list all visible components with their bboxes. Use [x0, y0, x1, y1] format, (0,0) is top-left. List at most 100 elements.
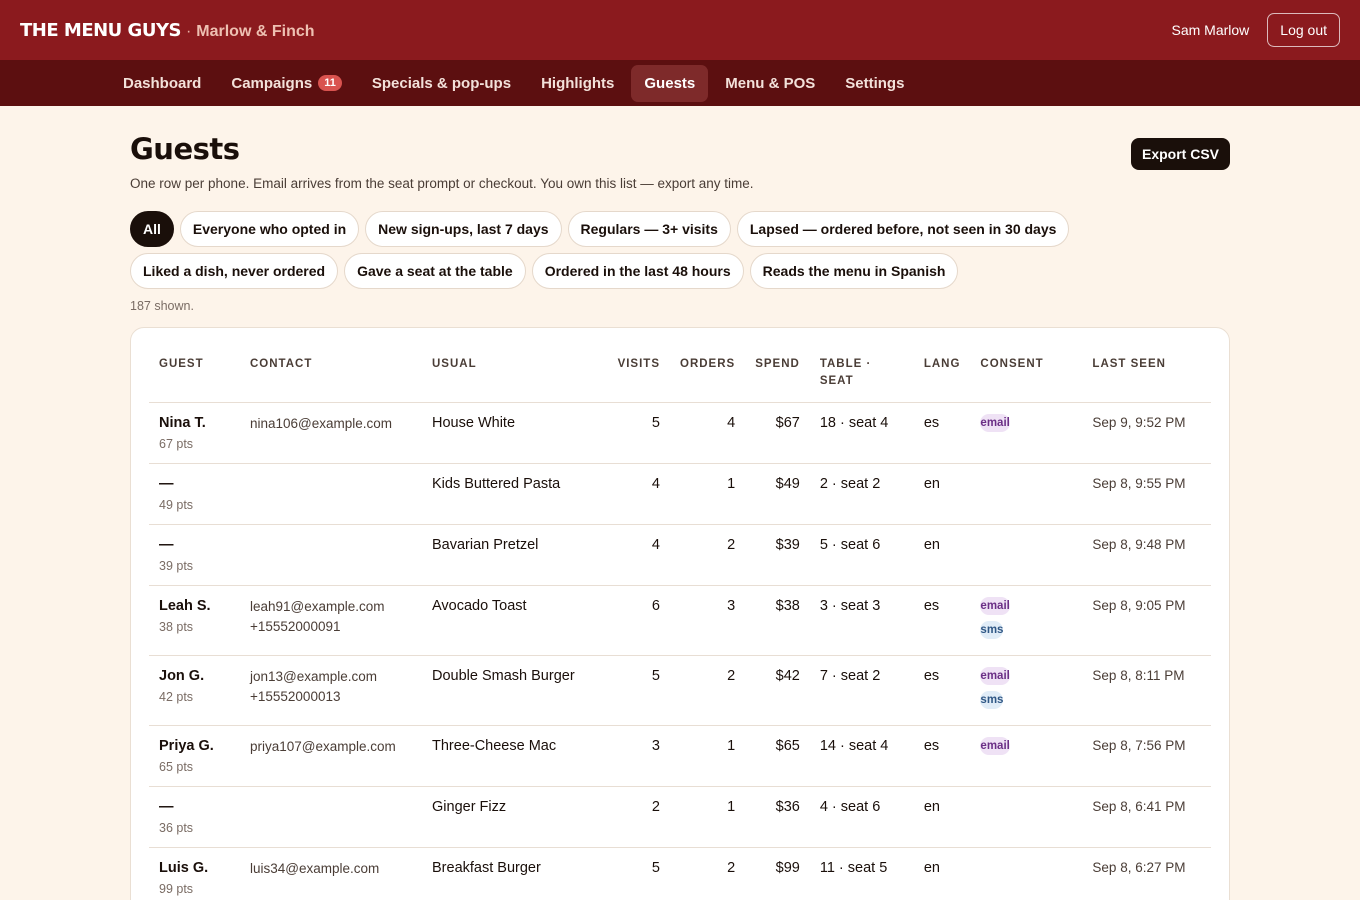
- guest-name[interactable]: —: [159, 798, 230, 816]
- usual-cell: Breakfast Burger: [422, 847, 602, 900]
- table-seat-cell: 5 · seat 6: [809, 524, 914, 586]
- guest-name[interactable]: —: [159, 475, 230, 493]
- guest-cell: — 49 pts: [149, 463, 240, 525]
- guest-name[interactable]: Nina T.: [159, 414, 230, 432]
- table-row[interactable]: Luis G. 99 pts luis34@example.com Breakfast…: [149, 847, 1211, 900]
- campaigns-count-badge: 11: [318, 75, 342, 91]
- top-bar: THE MENU GUYS · Marlow & Finch Sam Marlo…: [0, 0, 1360, 60]
- guest-name[interactable]: Jon G.: [159, 667, 230, 685]
- guest-points: 38 pts: [159, 620, 194, 634]
- consent-sms-badge: sms: [980, 621, 1004, 639]
- guest-name[interactable]: Priya G.: [159, 737, 230, 755]
- brand-name[interactable]: THE MENU GUYS: [20, 20, 181, 41]
- table-seat-cell: 4 · seat 6: [809, 786, 914, 848]
- page-header: Guests Export CSV: [130, 106, 1230, 170]
- guest-name[interactable]: Luis G.: [159, 859, 230, 877]
- visits-cell: 5: [602, 402, 670, 464]
- guest-cell: Luis G. 99 pts: [149, 847, 240, 900]
- col-visits[interactable]: VISITS: [602, 328, 670, 403]
- consent-cell: email sms: [970, 655, 1083, 726]
- consent-cell: [970, 786, 1083, 848]
- user-name: Sam Marlow: [1171, 22, 1250, 38]
- consent-sms-badge: sms: [980, 691, 1004, 709]
- guest-phone[interactable]: +15552000013: [250, 687, 412, 707]
- main-content: Guests Export CSV One row per phone. Ema…: [0, 106, 1360, 900]
- nav-dashboard[interactable]: Dashboard: [110, 65, 214, 102]
- spend-cell: $49: [745, 463, 810, 525]
- guest-phone[interactable]: +15552000091: [250, 617, 412, 637]
- nav-label: Settings: [845, 74, 905, 92]
- nav-menu-pos[interactable]: Menu & POS: [712, 65, 828, 102]
- table-row[interactable]: — 36 pts Ginger Fizz 2 1 $36 4 · seat 6 en Sep 8…: [149, 786, 1211, 848]
- col-guest[interactable]: GUEST: [149, 328, 240, 403]
- contact-cell: priya107@example.com: [240, 725, 422, 787]
- filter-spanish[interactable]: Reads the menu in Spanish: [749, 253, 959, 289]
- consent-email-badge: email: [980, 737, 1010, 755]
- col-table-seat[interactable]: TABLE · SEAT: [809, 328, 914, 403]
- col-spend[interactable]: SPEND: [745, 328, 810, 403]
- table-row[interactable]: — 39 pts Bavarian Pretzel 4 2 $39 5 · seat 6 en…: [149, 524, 1211, 586]
- contact-cell: luis34@example.com: [240, 847, 422, 900]
- lang-cell: es: [913, 725, 971, 787]
- guest-email[interactable]: nina106@example.com: [250, 414, 412, 434]
- filter-lapsed[interactable]: Lapsed — ordered before, not seen in 30 …: [736, 211, 1070, 247]
- spend-cell: $39: [745, 524, 810, 586]
- contact-cell: [240, 524, 422, 586]
- filter-gave-seat[interactable]: Gave a seat at the table: [344, 253, 526, 289]
- col-consent[interactable]: CONSENT: [970, 328, 1083, 403]
- last-seen-cell: Sep 8, 6:27 PM: [1082, 847, 1211, 900]
- guest-name[interactable]: —: [159, 536, 230, 554]
- guest-email[interactable]: luis34@example.com: [250, 859, 412, 879]
- visits-cell: 2: [602, 786, 670, 848]
- lang-cell: es: [913, 655, 971, 726]
- table-body: Nina T. 67 pts nina106@example.com House Wh…: [149, 402, 1211, 900]
- venue-name: Marlow & Finch: [196, 22, 315, 40]
- main-nav: Dashboard Campaigns 11 Specials & pop-ups…: [0, 60, 1360, 106]
- table-row[interactable]: Priya G. 65 pts priya107@example.com Three-…: [149, 725, 1211, 787]
- table-row[interactable]: Nina T. 67 pts nina106@example.com House Wh…: [149, 402, 1211, 464]
- col-usual[interactable]: USUAL: [422, 328, 602, 403]
- filter-ordered-48h[interactable]: Ordered in the last 48 hours: [531, 253, 744, 289]
- page-subtitle: One row per phone. Email arrives from th…: [130, 176, 754, 191]
- export-csv-button[interactable]: Export CSV: [1130, 138, 1230, 170]
- guest-email[interactable]: leah91@example.com: [250, 597, 412, 617]
- last-seen-cell: Sep 8, 8:11 PM: [1082, 655, 1211, 726]
- guest-email[interactable]: priya107@example.com: [250, 737, 412, 757]
- guest-email[interactable]: jon13@example.com: [250, 667, 412, 687]
- lang-cell: es: [913, 402, 971, 464]
- last-seen-cell: Sep 8, 6:41 PM: [1082, 786, 1211, 848]
- col-contact[interactable]: CONTACT: [240, 328, 422, 403]
- visits-cell: 6: [602, 585, 670, 656]
- filter-regulars[interactable]: Regulars — 3+ visits: [567, 211, 731, 247]
- table-row[interactable]: Jon G. 42 pts jon13@example.com +1555200001…: [149, 655, 1211, 726]
- nav-guests[interactable]: Guests: [631, 64, 709, 102]
- table-row[interactable]: Leah S. 38 pts leah91@example.com +15552000…: [149, 585, 1211, 656]
- nav-settings[interactable]: Settings: [832, 65, 917, 102]
- filter-liked-never-ordered[interactable]: Liked a dish, never ordered: [130, 253, 339, 289]
- usual-cell: Bavarian Pretzel: [422, 524, 602, 586]
- orders-cell: 1: [670, 463, 746, 525]
- table-seat-cell: 14 · seat 4: [809, 725, 914, 787]
- logout-button[interactable]: Log out: [1267, 13, 1340, 47]
- contact-cell: leah91@example.com +15552000091: [240, 585, 422, 656]
- table-seat-cell: 11 · seat 5: [809, 847, 914, 900]
- nav-specials[interactable]: Specials & pop-ups: [359, 65, 524, 102]
- table-row[interactable]: — 49 pts Kids Buttered Pasta 4 1 $49 2 · seat …: [149, 463, 1211, 525]
- guests-table-card: GUEST CONTACT USUAL VISITS ORDERS SPEND …: [130, 327, 1230, 900]
- filter-new-signups[interactable]: New sign-ups, last 7 days: [365, 211, 562, 247]
- filter-all[interactable]: All: [130, 211, 174, 247]
- nav-highlights[interactable]: Highlights: [528, 65, 627, 102]
- col-lang[interactable]: LANG: [913, 328, 971, 403]
- usual-cell: House White: [422, 402, 602, 464]
- table-seat-cell: 18 · seat 4: [809, 402, 914, 464]
- nav-label: Specials & pop-ups: [371, 74, 512, 92]
- table-seat-cell: 7 · seat 2: [809, 655, 914, 726]
- consent-cell: [970, 463, 1083, 525]
- col-orders[interactable]: ORDERS: [670, 328, 746, 403]
- guest-name[interactable]: Leah S.: [159, 597, 230, 615]
- nav-label: Campaigns: [231, 74, 313, 92]
- col-last-seen[interactable]: LAST SEEN: [1082, 328, 1211, 403]
- nav-campaigns[interactable]: Campaigns 11: [218, 65, 355, 102]
- filter-opted-in[interactable]: Everyone who opted in: [179, 211, 360, 247]
- contact-cell: [240, 786, 422, 848]
